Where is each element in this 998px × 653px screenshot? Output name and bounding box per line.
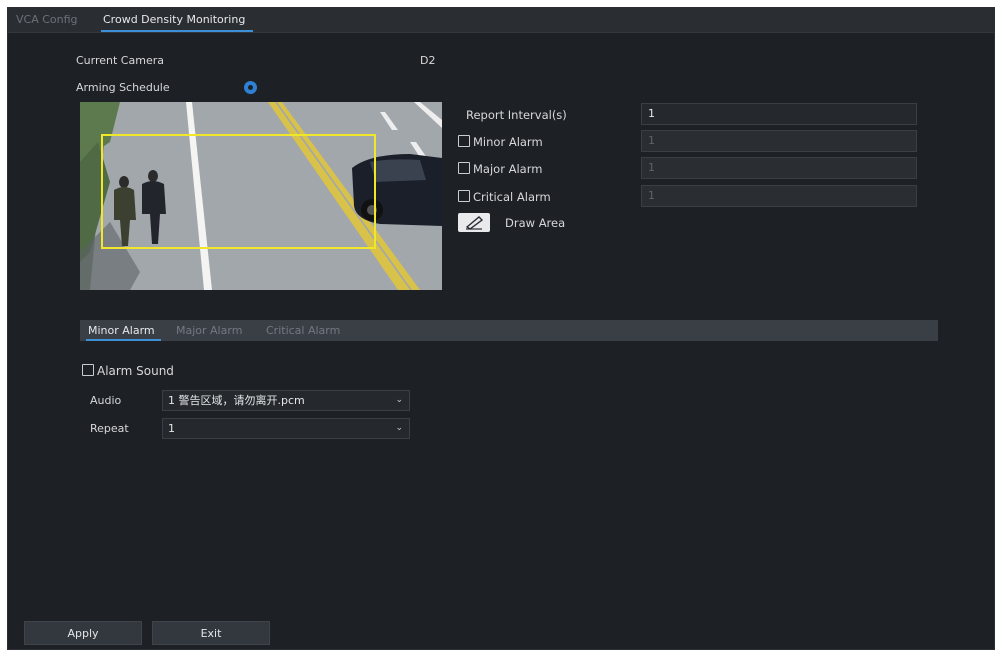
checkbox-box bbox=[458, 190, 470, 202]
critical-alarm-threshold-input[interactable]: 1 bbox=[641, 185, 917, 207]
current-camera-label: Current Camera bbox=[76, 54, 164, 67]
top-tab-bar: VCA Config Crowd Density Monitoring bbox=[8, 8, 994, 33]
critical-alarm-checkbox[interactable]: Critical Alarm bbox=[458, 190, 551, 204]
minor-alarm-threshold-input[interactable]: 1 bbox=[641, 130, 917, 152]
alarm-sound-checkbox[interactable]: Alarm Sound bbox=[82, 364, 174, 378]
report-interval-input[interactable]: 1 bbox=[641, 103, 917, 125]
minor-alarm-label: Minor Alarm bbox=[473, 135, 543, 149]
audio-select[interactable]: 1 警告区域，请勿离开.pcm ⌄ bbox=[162, 390, 410, 411]
checkbox-box bbox=[458, 162, 470, 174]
camera-preview[interactable] bbox=[80, 102, 442, 290]
draw-area-button[interactable] bbox=[458, 213, 490, 232]
checkbox-box bbox=[82, 364, 94, 376]
audio-label: Audio bbox=[90, 394, 122, 407]
gear-icon[interactable] bbox=[244, 81, 257, 94]
tab-crowd-density-monitoring[interactable]: Crowd Density Monitoring bbox=[101, 8, 254, 32]
major-alarm-label: Major Alarm bbox=[473, 162, 543, 176]
major-alarm-checkbox[interactable]: Major Alarm bbox=[458, 162, 542, 176]
alarm-sound-label: Alarm Sound bbox=[97, 364, 174, 378]
chevron-down-icon: ⌄ bbox=[395, 423, 403, 433]
tab-minor-alarm[interactable]: Minor Alarm bbox=[86, 320, 161, 341]
current-camera-value: D2 bbox=[420, 54, 436, 67]
minor-alarm-checkbox[interactable]: Minor Alarm bbox=[458, 135, 543, 149]
camera-scene bbox=[80, 102, 442, 290]
alarm-level-tabs: Minor Alarm Major Alarm Critical Alarm bbox=[80, 320, 938, 341]
apply-button[interactable]: Apply bbox=[24, 621, 142, 645]
car bbox=[352, 154, 442, 226]
arming-schedule-label: Arming Schedule bbox=[76, 81, 170, 94]
tab-vca-config[interactable]: VCA Config bbox=[16, 8, 78, 32]
repeat-label: Repeat bbox=[90, 422, 129, 435]
pencil-icon bbox=[465, 216, 484, 230]
crowd-density-window: VCA Config Crowd Density Monitoring Curr… bbox=[7, 7, 995, 650]
repeat-select[interactable]: 1 ⌄ bbox=[162, 418, 410, 439]
exit-button[interactable]: Exit bbox=[152, 621, 270, 645]
chevron-down-icon: ⌄ bbox=[395, 395, 403, 405]
checkbox-box bbox=[458, 135, 470, 147]
draw-area-label: Draw Area bbox=[505, 216, 566, 230]
repeat-select-value: 1 bbox=[168, 422, 175, 435]
report-interval-label: Report Interval(s) bbox=[466, 108, 567, 122]
tab-critical-alarm[interactable]: Critical Alarm bbox=[266, 320, 340, 341]
tab-major-alarm[interactable]: Major Alarm bbox=[176, 320, 242, 341]
critical-alarm-label: Critical Alarm bbox=[473, 190, 551, 204]
major-alarm-threshold-input[interactable]: 1 bbox=[641, 157, 917, 179]
audio-select-value: 1 警告区域，请勿离开.pcm bbox=[168, 394, 305, 407]
